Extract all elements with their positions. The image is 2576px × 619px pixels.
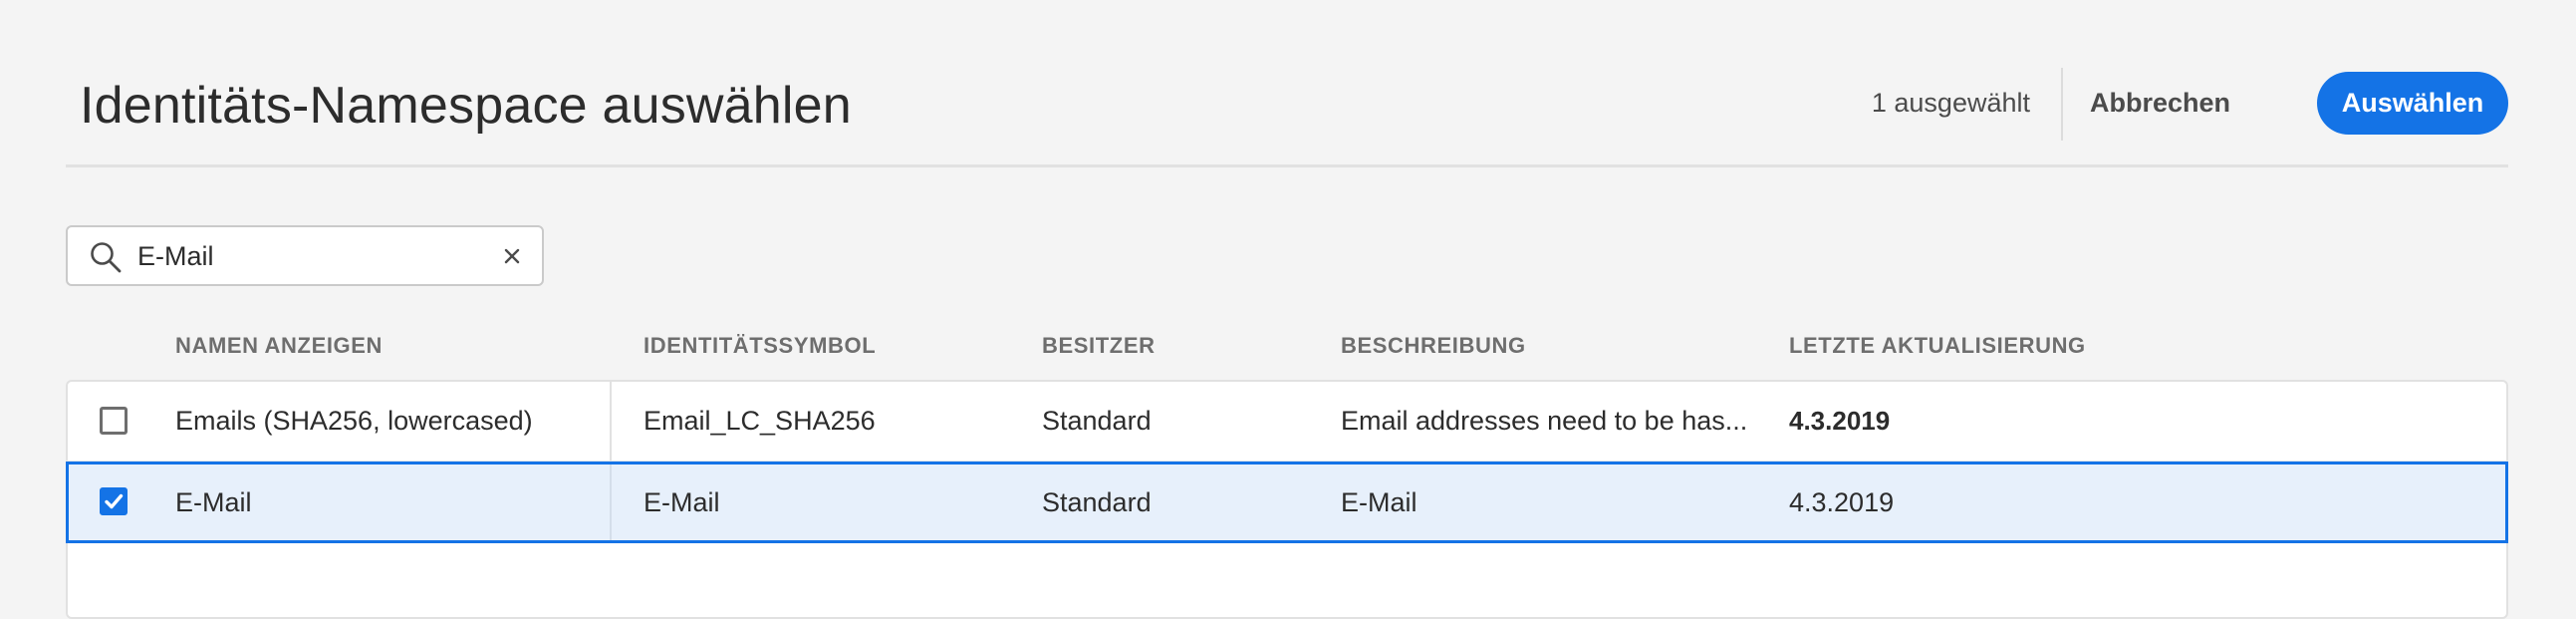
- cancel-button[interactable]: Abbrechen: [2066, 72, 2254, 134]
- dialog-header: Identitäts-Namespace auswählen 1 ausgewä…: [66, 0, 2508, 167]
- cell-last-updated: 4.3.2019: [1789, 486, 1895, 517]
- cell-owner: Standard: [1042, 486, 1152, 517]
- cell-display-name: E-Mail: [175, 486, 252, 517]
- cell-owner: Standard: [1042, 405, 1152, 436]
- column-divider: [610, 464, 612, 540]
- column-header-identity-symbol[interactable]: IDENTITÄTSSYMBOL: [644, 333, 876, 359]
- column-header-last-updated[interactable]: LETZTE AKTUALISIERUNG: [1789, 333, 2086, 359]
- checkmark-icon: [105, 493, 124, 509]
- selected-count-label: 1 ausgewählt: [1871, 88, 2030, 118]
- cell-display-name: Emails (SHA256, lowercased): [175, 405, 533, 436]
- cell-identity-symbol: E-Mail: [644, 486, 720, 517]
- clear-icon[interactable]: [500, 244, 524, 268]
- column-divider: [610, 381, 612, 461]
- column-header-description[interactable]: BESCHREIBUNG: [1341, 333, 1526, 359]
- column-header-owner[interactable]: BESITZER: [1042, 333, 1156, 359]
- cell-last-updated: 4.3.2019: [1789, 405, 1891, 436]
- search-icon: [91, 242, 122, 273]
- column-header-display-name[interactable]: NAMEN ANZEIGEN: [175, 333, 383, 359]
- cell-identity-symbol: Email_LC_SHA256: [644, 405, 876, 436]
- cell-description: Email addresses need to be has...: [1341, 405, 1748, 436]
- header-divider: [2061, 68, 2063, 141]
- cell-description: E-Mail: [1341, 486, 1417, 517]
- search-input[interactable]: [137, 235, 456, 277]
- table-row[interactable]: Emails (SHA256, lowercased) Email_LC_SHA…: [66, 381, 2508, 463]
- page-title: Identitäts-Namespace auswählen: [80, 77, 852, 135]
- select-button[interactable]: Auswählen: [2317, 72, 2508, 135]
- search-field[interactable]: [66, 225, 544, 286]
- table-row-selected[interactable]: E-Mail E-Mail Standard E-Mail 4.3.2019: [66, 462, 2508, 543]
- row-checkbox[interactable]: [100, 487, 128, 515]
- row-checkbox[interactable]: [100, 407, 128, 435]
